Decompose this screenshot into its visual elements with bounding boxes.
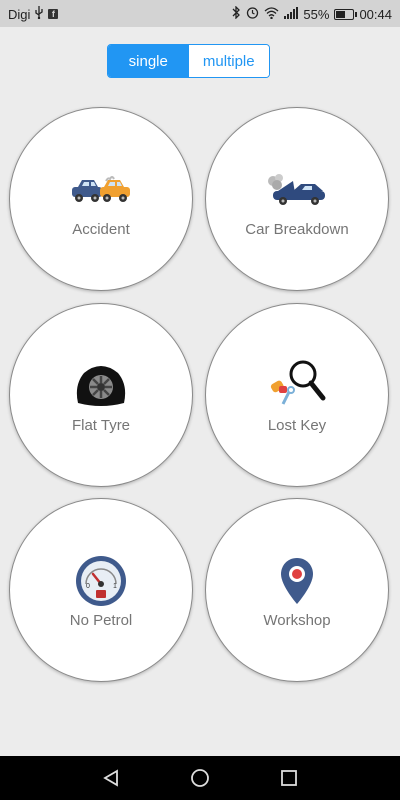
wifi-icon	[264, 6, 279, 22]
clock-time: 00:44	[359, 6, 392, 22]
home-icon[interactable]	[189, 767, 211, 789]
single-mode-button[interactable]: single	[108, 45, 189, 77]
accident-button[interactable]: Accident	[9, 107, 193, 291]
svg-text:1: 1	[113, 583, 117, 590]
battery-icon	[334, 8, 358, 20]
flat-tyre-button[interactable]: Flat Tyre	[9, 303, 193, 487]
facebook-icon: f	[48, 9, 59, 19]
flat-tyre-icon	[66, 356, 136, 416]
no-petrol-button[interactable]: 0 1 No Petrol	[9, 498, 193, 682]
bluetooth-icon	[232, 5, 241, 22]
workshop-button[interactable]: Workshop	[205, 498, 389, 682]
location-pin-icon	[262, 551, 332, 611]
alarm-icon	[246, 6, 259, 22]
no-petrol-label: No Petrol	[69, 612, 133, 629]
navigation-bar	[0, 756, 400, 800]
back-icon[interactable]	[100, 767, 122, 789]
lost-key-button[interactable]: Lost Key	[205, 303, 389, 487]
usb-icon	[34, 6, 44, 22]
recents-icon[interactable]	[278, 767, 300, 789]
flat-tyre-label: Flat Tyre	[71, 417, 131, 434]
workshop-label: Workshop	[263, 612, 331, 629]
signal-icon	[284, 6, 299, 22]
carrier-name: Digi	[8, 6, 31, 22]
car-breakdown-button[interactable]: Car Breakdown	[205, 107, 389, 291]
car-breakdown-label: Car Breakdown	[245, 221, 349, 238]
multiple-mode-button[interactable]: multiple	[188, 45, 269, 77]
fuel-gauge-icon: 0 1	[66, 551, 136, 611]
svg-text:0: 0	[86, 583, 90, 590]
battery-level	[336, 10, 346, 18]
car-breakdown-icon	[262, 160, 332, 220]
battery-percent: 55%	[303, 6, 330, 22]
car-crash-icon	[66, 160, 136, 220]
accident-label: Accident	[72, 221, 130, 238]
lost-key-icon	[262, 356, 332, 416]
status-bar: Digi f 55% 00:44	[0, 0, 400, 27]
mode-toggle: single multiple	[107, 44, 270, 78]
lost-key-label: Lost Key	[267, 417, 327, 434]
